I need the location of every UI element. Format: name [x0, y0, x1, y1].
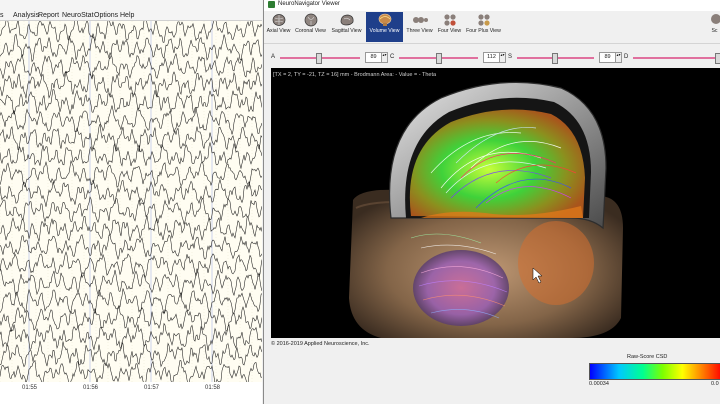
slider-label: S [508, 54, 513, 60]
volume-render-viewport[interactable]: [TX = 2, TY = -21, TZ = 16] mm - Brodman… [271, 68, 720, 338]
four-plus-view-icon [477, 14, 490, 26]
eeg-channel-trace [0, 304, 262, 332]
menu-report[interactable]: Report [38, 12, 59, 19]
eeg-time-axis: 01:55 01:56 01:57 01:58 [0, 382, 262, 404]
copyright-text: © 2016-2019 Applied Neuroscience, Inc. [271, 341, 370, 347]
menu-help[interactable]: Help [120, 12, 134, 19]
slider-s-thumb[interactable] [552, 53, 558, 64]
four-view-icon [443, 14, 456, 26]
view-toolbar: Axial View Coronal View Sagittal View Vo… [264, 11, 720, 44]
colorbar-min: 0.00034 [589, 381, 609, 387]
slider-c-value[interactable]: 112 [483, 52, 500, 63]
brain-volume-render [349, 81, 623, 338]
three-view-icon [412, 17, 428, 23]
toolbar-label: Four Plus View [466, 28, 501, 34]
eeg-channel-trace [0, 89, 262, 115]
menu-analysis[interactable]: Analysis [13, 12, 39, 19]
slider-label: C [390, 54, 395, 60]
eeg-channel-trace [0, 21, 262, 43]
slider-d-track[interactable] [633, 57, 720, 59]
eeg-channel-trace [0, 124, 262, 152]
screenshot-icon [711, 14, 720, 24]
toolbar-label: Volume View [369, 28, 400, 34]
colorbar-gradient [589, 363, 720, 380]
eeg-channel-trace [0, 52, 262, 80]
volume-view-button[interactable]: Volume View [366, 12, 403, 42]
window-titlebar[interactable]: NeuroNavigator Viewer [264, 0, 720, 11]
axial-view-button[interactable]: Axial View [265, 12, 292, 42]
coronal-view-button[interactable]: Coronal View [294, 12, 327, 42]
slider-c-spinner[interactable]: ▴▾ [499, 52, 506, 63]
eeg-menubar: s Analysis Report NeuroStat Options Help [0, 0, 262, 21]
sagittal-view-icon [340, 14, 353, 26]
time-label: 01:58 [205, 385, 221, 391]
slider-a-spinner[interactable]: ▴▾ [381, 52, 388, 63]
slider-label: D [624, 54, 629, 60]
eeg-channel-trace [0, 178, 262, 207]
time-label: 01:56 [83, 385, 99, 391]
four-view-button[interactable]: Four View [436, 12, 463, 42]
colorbar-legend: Raw-Score CSD 0.00034 0.0 [589, 352, 720, 392]
eeg-channel-trace [0, 360, 262, 382]
four-plus-view-button[interactable]: Four Plus View [465, 12, 502, 42]
neuronavigator-window: NeuroNavigator Viewer Axial View Coronal… [263, 0, 720, 404]
menu-options[interactable]: Options [94, 12, 118, 19]
slider-d-thumb[interactable] [715, 53, 720, 64]
toolbar-label: Three View [406, 28, 433, 34]
eeg-channel-trace [0, 196, 262, 225]
eeg-channel-trace [0, 105, 262, 135]
eeg-channel-trace [0, 215, 262, 242]
eeg-trace-plot[interactable] [0, 21, 262, 382]
slider-s-value[interactable]: 89 [599, 52, 616, 63]
axial-view-icon [272, 14, 285, 26]
colorbar-max: 0.0 [711, 381, 719, 387]
slider-s-spinner[interactable]: ▴▾ [615, 52, 622, 63]
app-icon [268, 1, 275, 8]
slice-sliders: A 89 ▴▾ C 112 ▴▾ S 89 ▴▾ D [264, 44, 720, 66]
eeg-channel-trace [0, 251, 262, 279]
toolbar-label: Coronal View [295, 28, 326, 34]
coronal-view-icon [304, 13, 317, 27]
slider-a-thumb[interactable] [316, 53, 322, 64]
eeg-channel-trace [0, 33, 262, 63]
toolbar-label: Sc [711, 28, 718, 34]
time-label: 01:57 [144, 385, 160, 391]
coordinate-readout: [TX = 2, TY = -21, TZ = 16] mm - Brodman… [273, 72, 437, 78]
slider-label: A [271, 54, 276, 60]
toolbar-label: Axial View [266, 28, 291, 34]
toolbar-label: Four View [437, 28, 462, 34]
volume-view-icon [378, 13, 391, 26]
eeg-channel-trace [0, 288, 262, 316]
toolbar-label: Sagittal View [331, 28, 362, 34]
eeg-trace-canvas [0, 21, 262, 382]
menu-item-partial[interactable]: s [0, 12, 4, 19]
slider-a-value[interactable]: 89 [365, 52, 382, 63]
eeg-channel-trace [0, 141, 262, 170]
slider-c-thumb[interactable] [436, 53, 442, 64]
screenshot-button[interactable]: Sc [708, 12, 720, 42]
colorbar-title: Raw-Score CSD [627, 354, 668, 360]
three-view-button[interactable]: Three View [405, 12, 434, 42]
eeg-channel-trace [0, 340, 262, 368]
eeg-channel-trace [0, 268, 262, 299]
eeg-window: s Analysis Report NeuroStat Options Help… [0, 0, 262, 404]
window-title: NeuroNavigator Viewer [278, 1, 340, 7]
menu-neurostat[interactable]: NeuroStat [62, 12, 94, 19]
time-label: 01:55 [22, 385, 38, 391]
sagittal-view-button[interactable]: Sagittal View [329, 12, 364, 42]
